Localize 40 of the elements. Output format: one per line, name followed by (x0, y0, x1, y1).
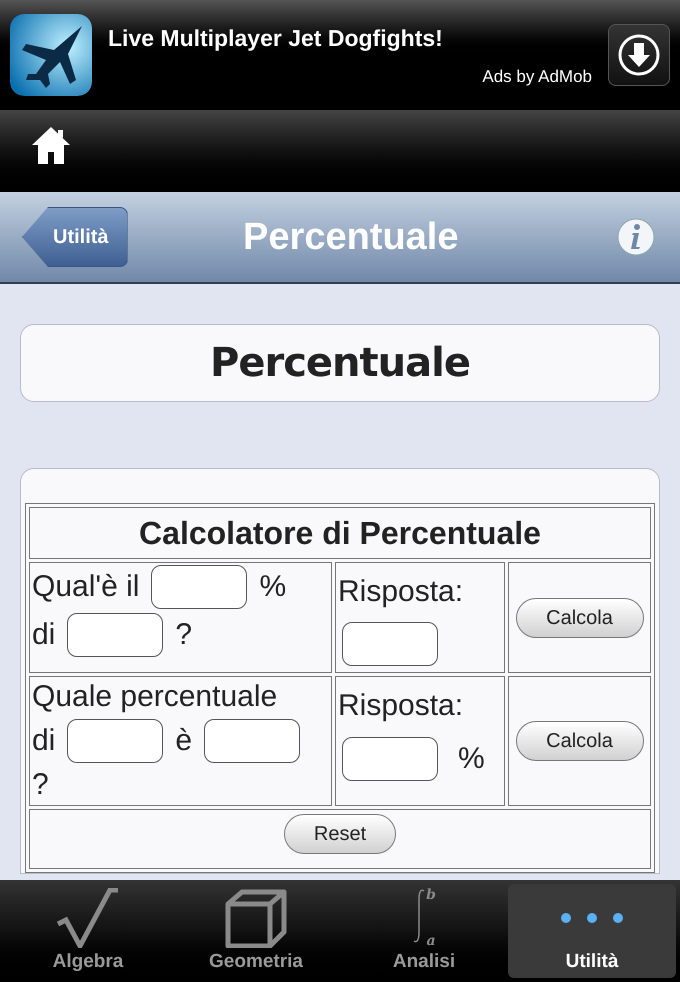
cube-icon (224, 888, 288, 948)
calculator-title: Calcolatore di Percentuale (29, 507, 651, 559)
integral-icon (412, 888, 426, 944)
input-field[interactable] (67, 719, 164, 763)
calculate-button[interactable]: Calcola (516, 721, 644, 761)
answer-label: Risposta: (338, 574, 464, 610)
page-title: Percentuale (210, 339, 470, 388)
home-icon[interactable] (30, 124, 72, 166)
input-field[interactable] (342, 622, 438, 666)
download-icon (617, 33, 661, 77)
tab[interactable]: Utilità (508, 884, 676, 978)
question-text: Qual'è il (32, 569, 140, 605)
upper-limit: b (426, 888, 436, 902)
calculate-button[interactable]: Calcola (516, 598, 644, 638)
input-field[interactable] (67, 613, 164, 657)
input-field[interactable] (151, 565, 248, 609)
question-text: ? (175, 617, 192, 653)
tab[interactable]: b a Analisi (340, 884, 508, 978)
input-field[interactable] (204, 719, 300, 763)
question-text: Quale percentuale (32, 679, 278, 715)
jet-icon[interactable] (10, 14, 92, 96)
question-text: ? (32, 767, 49, 803)
nav-title: Percentuale (242, 214, 460, 260)
back-button[interactable]: Utilità (22, 207, 128, 267)
question-text: di (32, 723, 56, 759)
answer-label: Risposta: (338, 688, 464, 724)
reset-button[interactable]: Reset (284, 814, 396, 854)
input-field[interactable] (342, 736, 438, 780)
percent-sign: % (458, 741, 485, 777)
square-root-icon (56, 888, 120, 948)
download-button[interactable] (608, 24, 670, 86)
question-text: di (32, 617, 56, 653)
tab[interactable]: Algebra (4, 884, 172, 978)
more-dots-icon (560, 912, 624, 922)
tab[interactable]: Geometria (172, 884, 340, 978)
ad-headline: Live Multiplayer Jet Dogfights! (108, 24, 444, 53)
question-text: è (175, 723, 192, 759)
question-text: % (259, 569, 286, 605)
lower-limit: a (426, 934, 436, 948)
ad-attribution: Ads by AdMob (482, 66, 592, 88)
